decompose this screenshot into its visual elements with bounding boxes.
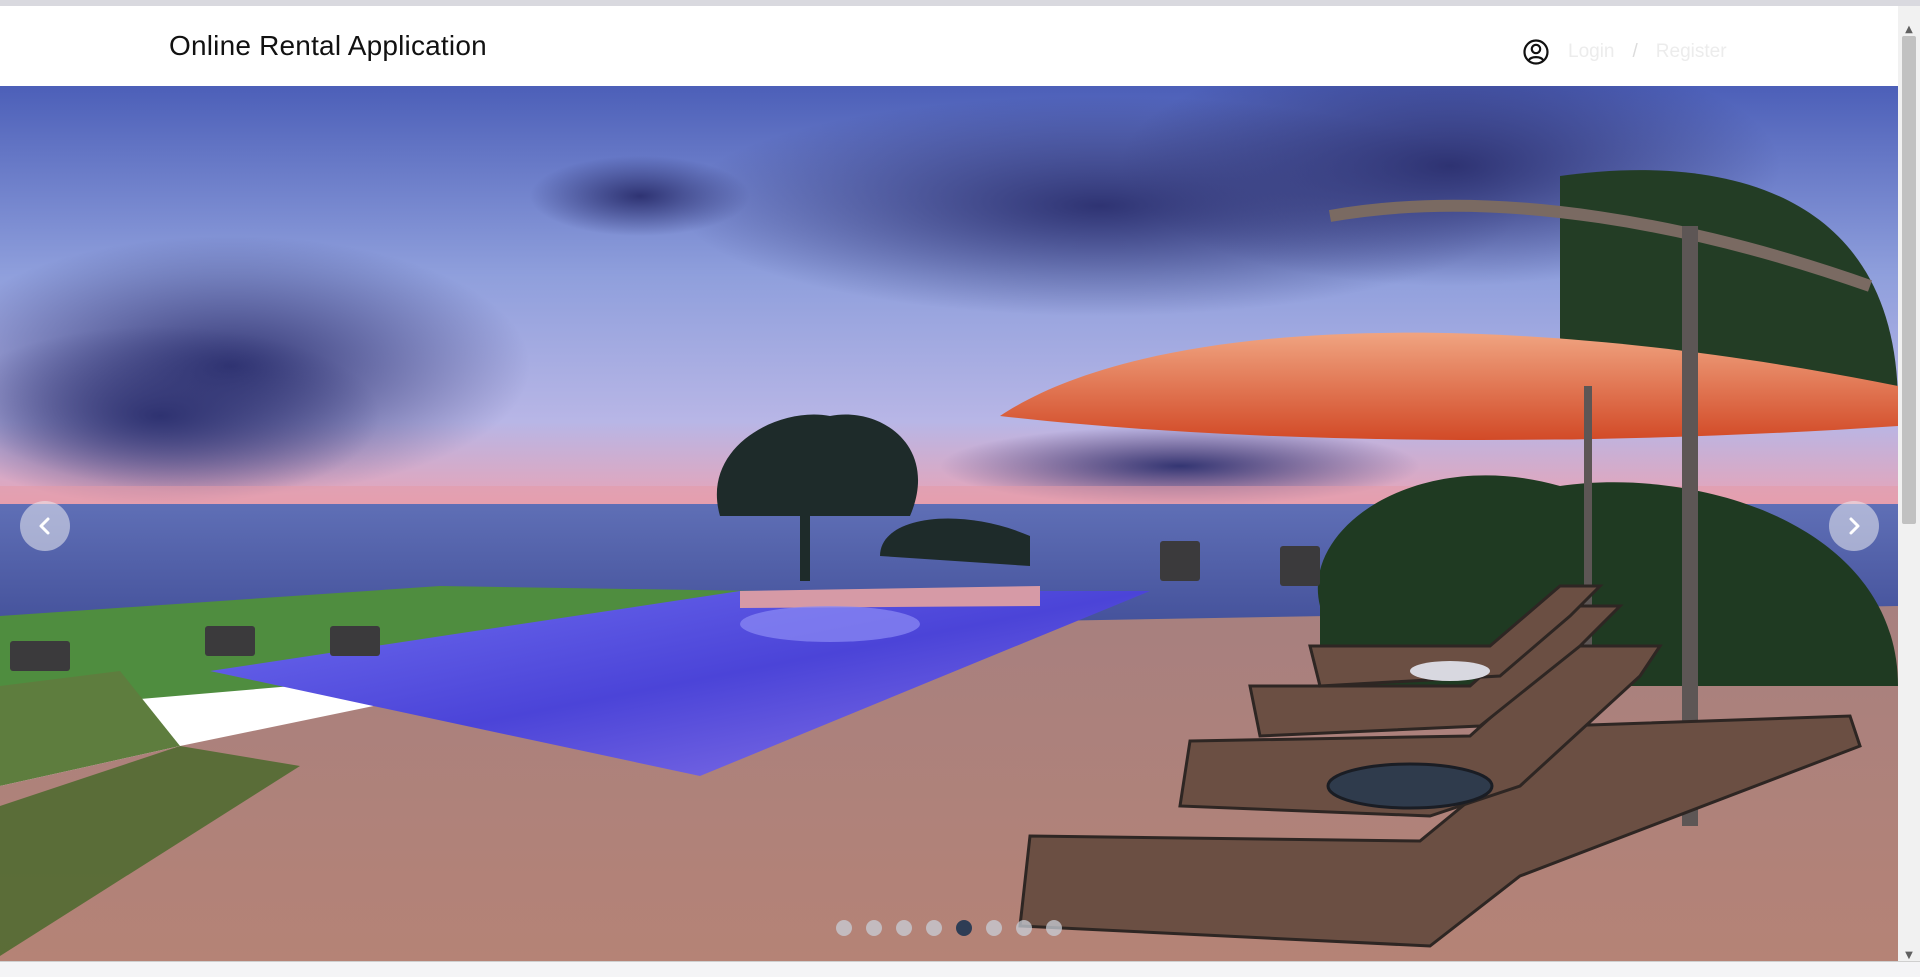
login-link[interactable]: Login <box>1568 41 1615 63</box>
browser-bottom-strip <box>0 961 1920 977</box>
hero-image <box>0 86 1898 961</box>
carousel-prev-button[interactable] <box>20 501 70 551</box>
auth-links: Login / Register <box>1522 32 1727 72</box>
carousel-indicator-dot[interactable] <box>836 920 852 936</box>
carousel-next-button[interactable] <box>1829 501 1879 551</box>
scrollbar-thumb[interactable] <box>1902 36 1916 524</box>
carousel-indicator-dot[interactable] <box>926 920 942 936</box>
carousel-indicator-dot[interactable] <box>956 920 972 936</box>
register-link[interactable]: Register <box>1656 41 1727 63</box>
vertical-scrollbar[interactable]: ▲ ▼ <box>1898 6 1920 961</box>
carousel-indicator-dot[interactable] <box>986 920 1002 936</box>
app-title: Online Rental Application <box>169 30 487 61</box>
user-circle-icon <box>1522 38 1550 66</box>
carousel-indicator-dot[interactable] <box>1046 920 1062 936</box>
carousel-indicator-dot[interactable] <box>896 920 912 936</box>
carousel-indicators <box>836 920 1062 936</box>
carousel-indicator-dot[interactable] <box>866 920 882 936</box>
chevron-left-icon <box>39 517 50 535</box>
hero-carousel <box>0 86 1898 961</box>
auth-separator: / <box>1632 41 1638 62</box>
site-header: Online Rental Application Login / Regist… <box>0 6 1898 86</box>
carousel-indicator-dot[interactable] <box>1016 920 1032 936</box>
chevron-right-icon <box>1849 517 1860 535</box>
